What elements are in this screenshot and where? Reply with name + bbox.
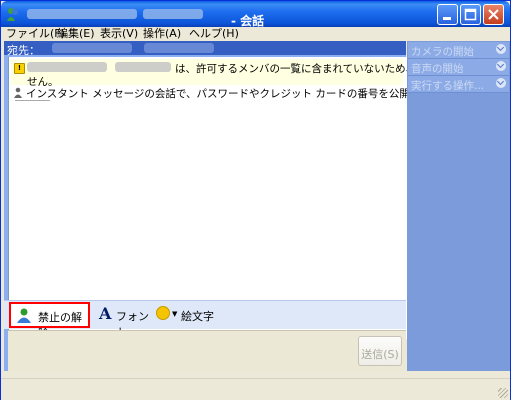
close-button[interactable]: [483, 4, 504, 25]
emoticon-label: 絵文字: [181, 310, 214, 323]
expand-chevron-icon: [496, 44, 506, 54]
font-icon: A: [99, 304, 112, 323]
menu-help[interactable]: ヘルプ(H): [189, 27, 239, 41]
warning-icon: !: [14, 63, 25, 74]
expand-chevron-icon: [496, 61, 506, 71]
minimize-button[interactable]: [437, 4, 458, 25]
separator: [15, 100, 50, 101]
dropdown-arrow-icon: ▼: [172, 310, 178, 318]
messenger-icon: [7, 8, 18, 21]
to-bar: 宛先：: [4, 41, 406, 57]
send-label: 送信(S): [361, 348, 399, 361]
send-button[interactable]: 送信(S): [358, 336, 402, 366]
security-notice: インスタント メッセージの会話で、パスワードやクレジット カードの番号を公開しな…: [12, 86, 504, 100]
to-label: 宛先：: [7, 44, 40, 57]
start-voice-label: 音声の開始: [411, 63, 464, 75]
format-toolbar: 禁止の解除 A フォント ▼ 絵文字: [4, 300, 406, 340]
start-camera-label: カメラの開始: [411, 46, 474, 58]
message-history[interactable]: ! は、許可するメンバの一覧に含まれていないため、送信できま せん。 インスタン…: [8, 57, 504, 339]
smiley-icon: [156, 306, 170, 320]
contact-redacted: [27, 62, 107, 72]
contact-domain-redacted: [115, 62, 171, 72]
menu-edit[interactable]: 編集(E): [57, 27, 95, 41]
emoticon-button[interactable]: ▼ 絵文字: [156, 306, 216, 324]
menu-view[interactable]: 表示(V): [100, 27, 138, 41]
conversation-window: - 会話 ファイル(F) 編集(E) 表示(V) 操作(A) ヘルプ(H) 宛先…: [0, 0, 511, 400]
resize-grip[interactable]: [498, 388, 508, 398]
menu-actions[interactable]: 操作(A): [143, 27, 181, 41]
window-title: - 会話: [25, 7, 325, 28]
recipient-domain-redacted: [144, 43, 214, 53]
expand-chevron-icon: [496, 78, 506, 88]
menu-bar: ファイル(F) 編集(E) 表示(V) 操作(A) ヘルプ(H): [1, 27, 510, 41]
maximize-button[interactable]: [460, 4, 481, 25]
chat-area: 宛先： ! は、許可するメンバの一覧に含まれていないため、送信できま せん。 イ…: [4, 41, 504, 372]
person-icon: [14, 87, 22, 98]
recipient-redacted: [52, 43, 132, 53]
font-button[interactable]: A フォント: [99, 304, 149, 339]
title-bar[interactable]: - 会話: [1, 1, 510, 28]
maximize-icon: [464, 8, 477, 21]
minimize-icon: [443, 17, 451, 20]
close-icon: [488, 9, 499, 20]
start-voice-item[interactable]: 音声の開始: [408, 59, 509, 76]
start-camera-item[interactable]: カメラの開始: [408, 42, 509, 59]
actions-panel: カメラの開始 音声の開始 実行する操作...: [407, 41, 510, 371]
compose-area[interactable]: 送信(S): [8, 330, 406, 372]
actions-label: 実行する操作...: [411, 80, 485, 92]
actions-item[interactable]: 実行する操作...: [408, 76, 509, 93]
warning-message: ! は、許可するメンバの一覧に含まれていないため、送信できま せん。: [11, 59, 469, 88]
contact-unblock-icon: [17, 308, 31, 323]
status-bar: [1, 378, 510, 400]
unblock-button[interactable]: 禁止の解除: [9, 302, 90, 340]
